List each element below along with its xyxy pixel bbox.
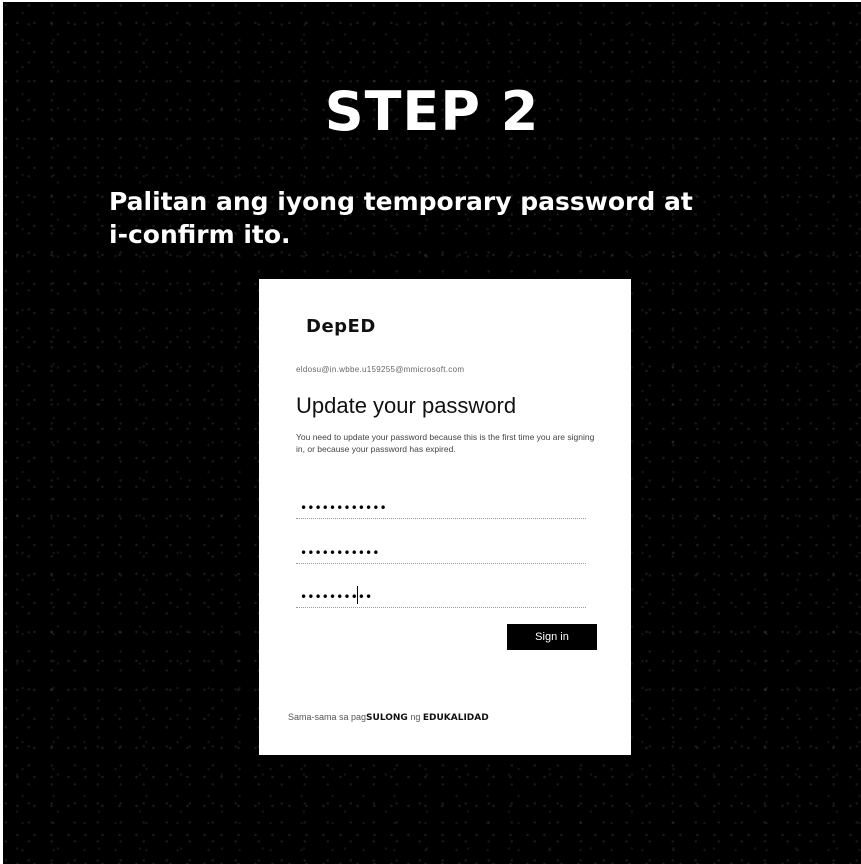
login-card: DepED eldosu@in.wbbe.u159255@mmicrosoft.… [259,279,631,755]
current-password-field[interactable] [296,497,586,519]
update-password-description: You need to update your password because… [296,432,595,454]
deped-logo: DepED [306,316,376,337]
footer-prefix: Sama-sama sa pag [288,712,367,722]
footer-edukalidad: EDUKALIDAD [422,713,489,723]
step-title: STEP 2 [324,80,540,143]
footer-sulong: SULONG [366,713,408,723]
footer-mid: ng [407,712,423,722]
confirm-password-field[interactable] [296,586,586,608]
footer-tagline: Sama-sama sa pagSULONG ng EDUKALIDAD [288,712,489,723]
tutorial-slide: STEP 2 Palitan ang iyong temporary passw… [3,2,861,864]
page-title: Update your password [296,393,517,418]
sign-in-button[interactable]: Sign in [507,624,597,650]
text-cursor [357,586,358,604]
new-password-field[interactable] [296,542,586,564]
account-email: eldosu@in.wbbe.u159255@mmicrosoft.com [296,365,465,374]
instruction-text: Palitan ang iyong temporary password at … [109,187,693,249]
